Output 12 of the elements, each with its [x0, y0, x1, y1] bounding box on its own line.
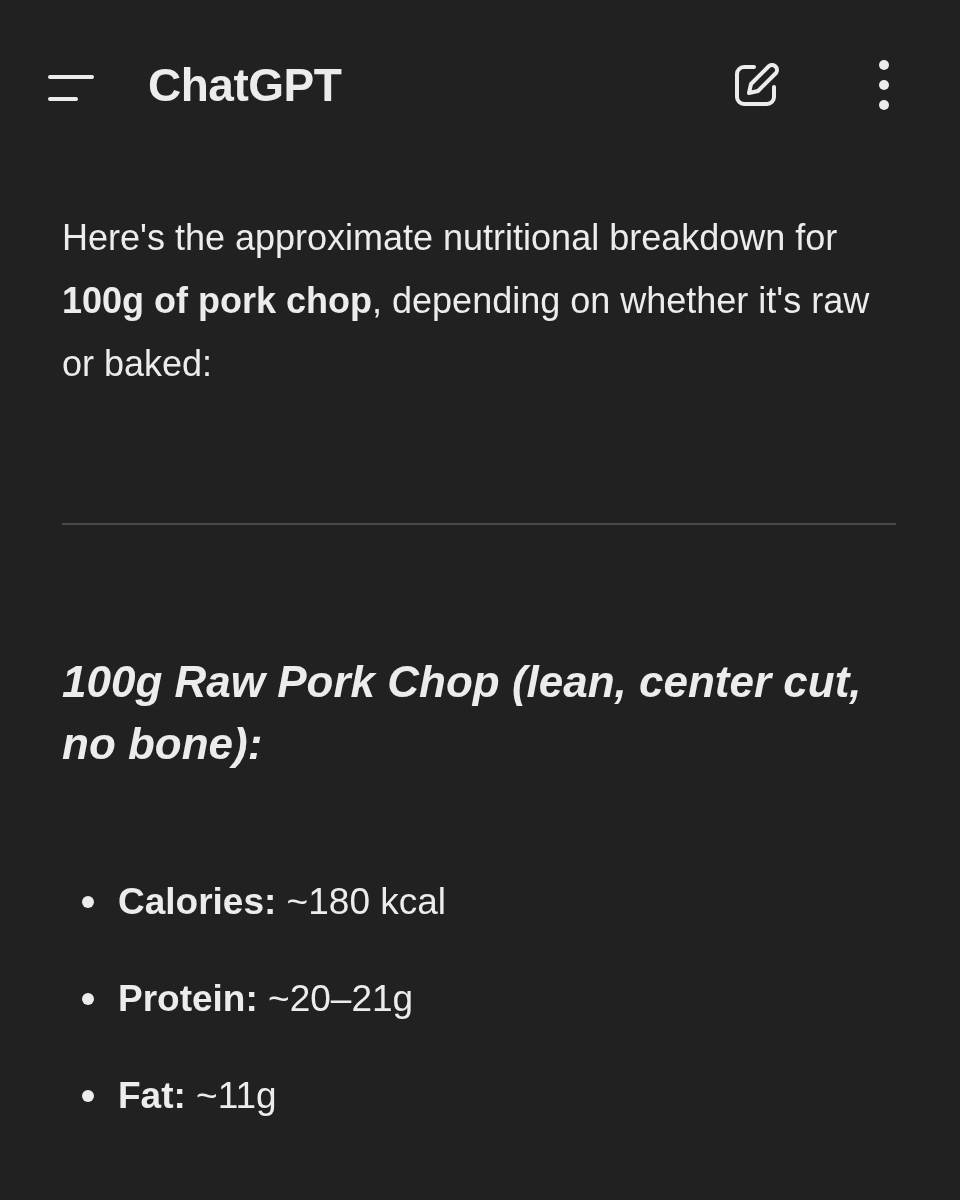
bullet-icon	[82, 1089, 94, 1102]
list-item-text: Fat: ~11g	[118, 1074, 277, 1117]
app-title: ChatGPT	[148, 58, 342, 112]
message-paragraph: Here's the approximate nutritional breakdown for 100g of pork chop, depending on whether it's raw or baked:	[62, 216, 871, 386]
new-chat-icon[interactable]	[732, 61, 780, 109]
menu-icon[interactable]	[48, 73, 96, 103]
bullet-icon	[82, 895, 94, 908]
list-item-text: Protein: ~20–21g	[118, 977, 414, 1020]
more-options-icon[interactable]	[878, 59, 890, 111]
bullet-icon	[82, 992, 94, 1005]
list-item-text: Calories: ~180 kcal	[118, 880, 447, 923]
section-heading: 100g Raw Pork Chop (lean, center cut, no bone):	[62, 656, 863, 770]
